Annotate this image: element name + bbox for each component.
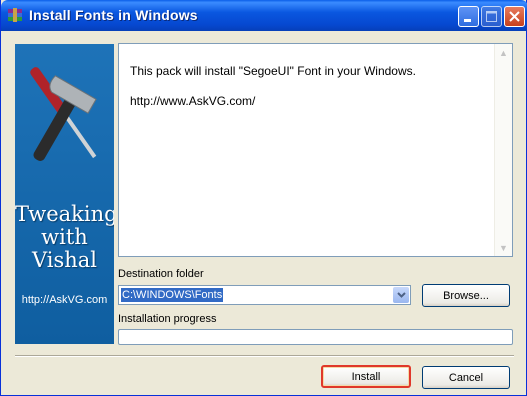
brand-line-2: with: [41, 225, 88, 249]
browse-button[interactable]: Browse...: [422, 284, 510, 307]
installation-progress-bar: [118, 329, 513, 345]
installer-window: Install Fonts in Windows Tweaking with V…: [0, 0, 527, 396]
close-button[interactable]: [504, 6, 525, 27]
chevron-down-icon: [396, 292, 406, 298]
separator: [15, 355, 514, 357]
info-line-1: This pack will install "SegoeUI" Font in…: [130, 64, 416, 78]
close-icon: [509, 11, 520, 22]
dropdown-button[interactable]: [393, 287, 409, 303]
hammer-screwdriver-icon: [30, 67, 97, 161]
winrar-archive-icon: [8, 8, 22, 22]
minimize-icon: [464, 19, 471, 22]
destination-folder-combo[interactable]: C:\WINDOWS\Fonts: [118, 285, 411, 305]
cancel-button[interactable]: Cancel: [422, 366, 510, 389]
minimize-button[interactable]: [458, 6, 479, 27]
maximize-icon: [486, 11, 497, 22]
vertical-scrollbar[interactable]: ▲ ▼: [494, 44, 512, 256]
progress-label: Installation progress: [118, 313, 217, 325]
brand-line-3: Vishal: [31, 248, 98, 272]
window-title: Install Fonts in Windows: [29, 7, 198, 23]
title-bar[interactable]: Install Fonts in Windows: [1, 0, 527, 31]
destination-folder-value: C:\WINDOWS\Fonts: [121, 288, 224, 302]
brand-url: http://AskVG.com: [21, 294, 108, 306]
maximize-button[interactable]: [481, 6, 502, 27]
info-line-2: http://www.AskVG.com/: [130, 94, 256, 108]
brand-line-1: Tweaking: [15, 202, 114, 226]
info-textbox[interactable]: This pack will install "SegoeUI" Font in…: [118, 43, 513, 257]
destination-label: Destination folder: [118, 268, 204, 280]
branding-sidebar: Tweaking with Vishal http://AskVG.com: [15, 44, 114, 344]
install-button[interactable]: Install: [321, 365, 411, 388]
scroll-down-icon[interactable]: ▼: [495, 239, 512, 256]
scroll-up-icon[interactable]: ▲: [495, 44, 512, 61]
